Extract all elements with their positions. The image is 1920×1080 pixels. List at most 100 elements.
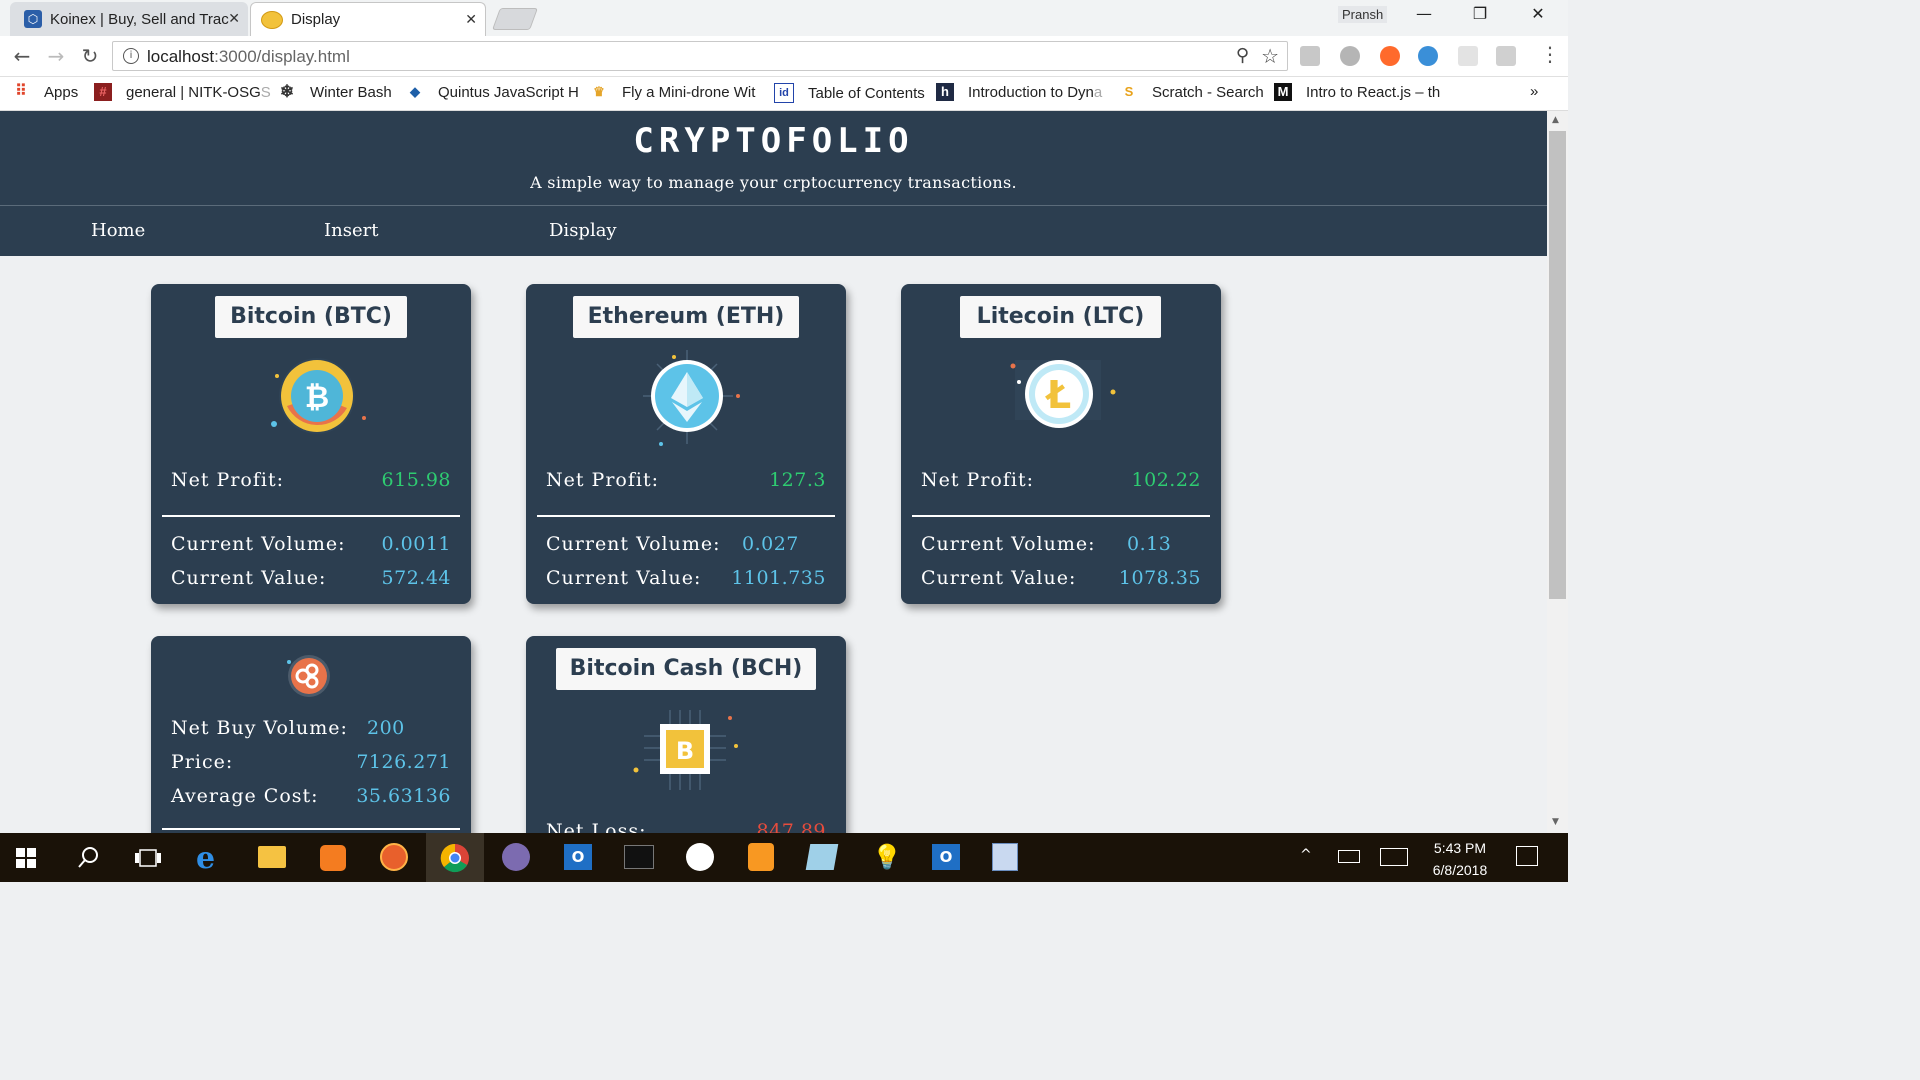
card-divider — [537, 515, 835, 517]
current-value-value: 1101.735 — [731, 567, 826, 589]
net-profit-value: 102.22 — [1131, 469, 1201, 491]
brackets-icon[interactable] — [320, 845, 346, 871]
extension-lifebuoy-icon[interactable] — [1380, 46, 1400, 66]
bookmark-table-of-contents[interactable]: id Table of Contents — [774, 83, 925, 103]
task-view-icon[interactable] — [134, 847, 168, 881]
nav-insert[interactable]: Insert — [324, 220, 378, 241]
tab-close-icon[interactable]: ✕ — [228, 10, 240, 27]
bookmarks-overflow[interactable]: » — [1530, 83, 1538, 100]
menu-icon[interactable]: ⋮ — [1540, 42, 1560, 66]
h-icon: h — [936, 83, 954, 101]
scroll-thumb[interactable] — [1549, 131, 1566, 599]
new-tab-button[interactable] — [491, 8, 539, 30]
minimize-icon[interactable]: — — [1404, 4, 1444, 23]
info-icon[interactable]: i — [123, 48, 139, 64]
current-value-value: 572.44 — [381, 567, 451, 589]
current-volume-label: Current Volume: — [921, 533, 1096, 555]
star-icon[interactable]: ☆ — [1261, 44, 1279, 68]
tab-title: Koinex | Buy, Sell and Trac — [50, 10, 229, 28]
bookmark-label: Table of Contents — [808, 84, 925, 102]
bookmark-apps[interactable]: ⠿ Apps — [12, 83, 78, 101]
battery-icon[interactable] — [1338, 850, 1360, 863]
extension-c-icon[interactable] — [1340, 46, 1360, 66]
scroll-up-icon[interactable]: ▲ — [1552, 115, 1559, 125]
ethereum-coin-icon — [643, 350, 740, 446]
notifications-icon[interactable] — [1516, 846, 1538, 866]
net-loss-label: Net Loss: — [546, 820, 647, 833]
coin-card-ltc: Litecoin (LTC) Ł Net Profit: 102.22 Curr… — [901, 284, 1221, 604]
back-icon[interactable]: ← — [8, 44, 36, 68]
file-explorer-icon[interactable] — [258, 846, 286, 868]
net-buy-volume-label: Net Buy Volume: — [171, 717, 348, 739]
profile-button[interactable]: Pransh — [1338, 6, 1388, 23]
bookmark-label: Fly a Mini-drone Wit — [622, 83, 756, 101]
id-icon: id — [774, 83, 794, 103]
tab-close-icon[interactable]: ✕ — [465, 11, 477, 28]
edge-icon[interactable]: e — [196, 841, 230, 876]
url-path: :3000/display.html — [214, 47, 350, 66]
firefox-icon[interactable] — [380, 843, 408, 871]
current-volume-value: 0.13 — [1127, 533, 1172, 555]
tab-display[interactable]: Display ✕ — [250, 2, 486, 36]
bookmark-winter-bash[interactable]: ❄ Winter Bash — [278, 83, 392, 101]
hash-icon: # — [94, 83, 112, 101]
restore-icon[interactable]: ❐ — [1460, 4, 1500, 23]
svg-text:B: B — [676, 737, 694, 765]
extension-cube-icon[interactable] — [1300, 46, 1320, 66]
terminal-icon[interactable] — [624, 845, 654, 869]
outlook-icon[interactable]: O — [564, 844, 592, 870]
url-text[interactable]: localhost:3000/display.html — [147, 47, 350, 67]
price-label: Price: — [171, 751, 234, 773]
pidgin-icon[interactable] — [502, 843, 530, 871]
nav-display[interactable]: Display — [549, 220, 617, 241]
net-profit-value: 127.3 — [769, 469, 826, 491]
clock-icon[interactable]: 5:43 PM 6/8/2018 — [1418, 837, 1502, 881]
average-cost-label: Average Cost: — [171, 785, 319, 807]
card-title: Ethereum (ETH) — [573, 296, 799, 338]
outlook-2-icon[interactable]: O — [932, 844, 960, 870]
media-player-icon[interactable] — [992, 843, 1018, 871]
tray-chevron-icon[interactable]: ^ — [1300, 847, 1312, 863]
windows-start-icon[interactable] — [14, 846, 48, 880]
chrome-icon[interactable] — [440, 843, 474, 877]
mongodb-icon[interactable] — [686, 843, 714, 871]
tab-koinex[interactable]: ⬡ Koinex | Buy, Sell and Trac ✕ — [10, 2, 248, 36]
close-window-icon[interactable]: ✕ — [1518, 4, 1558, 23]
bookmark-scratch[interactable]: S Scratch - Search — [1120, 83, 1264, 101]
extension-grid-icon[interactable] — [1458, 46, 1478, 66]
extension-globe-icon[interactable] — [1418, 46, 1438, 66]
net-buy-volume-value: 200 — [367, 717, 405, 739]
search-icon[interactable] — [76, 845, 110, 879]
bookmark-general[interactable]: # general | NITK-OSG S — [94, 83, 271, 101]
card-divider — [162, 515, 460, 517]
taskbar-time: 5:43 PM — [1433, 840, 1487, 856]
coin-card-xrp: Net Buy Volume: 200 Price: 7126.271 Aver… — [151, 636, 471, 833]
net-profit-label: Net Profit: — [546, 469, 659, 491]
page-scrollbar[interactable]: ▲ ▼ — [1547, 111, 1568, 833]
coin-card-eth: Ethereum (ETH) Net Profit: 127.3 Current… — [526, 284, 846, 604]
nav-home[interactable]: Home — [91, 220, 145, 241]
extension-cast-icon[interactable] — [1496, 46, 1516, 66]
forward-icon[interactable]: → — [42, 44, 70, 68]
koinex-icon: ⬡ — [24, 10, 42, 28]
bookmark-react[interactable]: M Intro to React.js – th — [1274, 83, 1440, 101]
bookmark-mini-drone[interactable]: ♛ Fly a Mini-drone Wit — [590, 83, 755, 101]
reload-icon[interactable]: ↻ — [76, 44, 104, 68]
address-bar[interactable]: i localhost:3000/display.html ⚲ ☆ — [112, 41, 1288, 71]
bookmarks-bar: ⠿ Apps # general | NITK-OSG S ❄ Winter Bash… — [0, 77, 1568, 111]
current-volume-label: Current Volume: — [171, 533, 346, 555]
bulb-icon[interactable]: 💡 — [872, 843, 906, 877]
current-value-value: 1078.35 — [1118, 567, 1201, 589]
bookmark-dynamic[interactable]: h Introduction to Dyn a — [936, 83, 1102, 101]
current-value-label: Current Value: — [546, 567, 702, 589]
zoom-icon[interactable]: ⚲ — [1236, 45, 1249, 66]
notepad-icon[interactable] — [805, 844, 839, 870]
bookmark-quintus[interactable]: ◆ Quintus JavaScript H — [406, 83, 579, 101]
sublime-icon[interactable] — [748, 843, 774, 871]
keyboard-icon[interactable] — [1380, 848, 1408, 866]
bookmark-label-fade: S — [260, 83, 271, 101]
coin-card-bch: Bitcoin Cash (BCH) B Net Loss: 847.89 — [526, 636, 846, 833]
svg-text:Ł: Ł — [1045, 373, 1071, 417]
scroll-down-icon[interactable]: ▼ — [1552, 817, 1559, 827]
snowflake-icon: ❄ — [279, 82, 295, 101]
